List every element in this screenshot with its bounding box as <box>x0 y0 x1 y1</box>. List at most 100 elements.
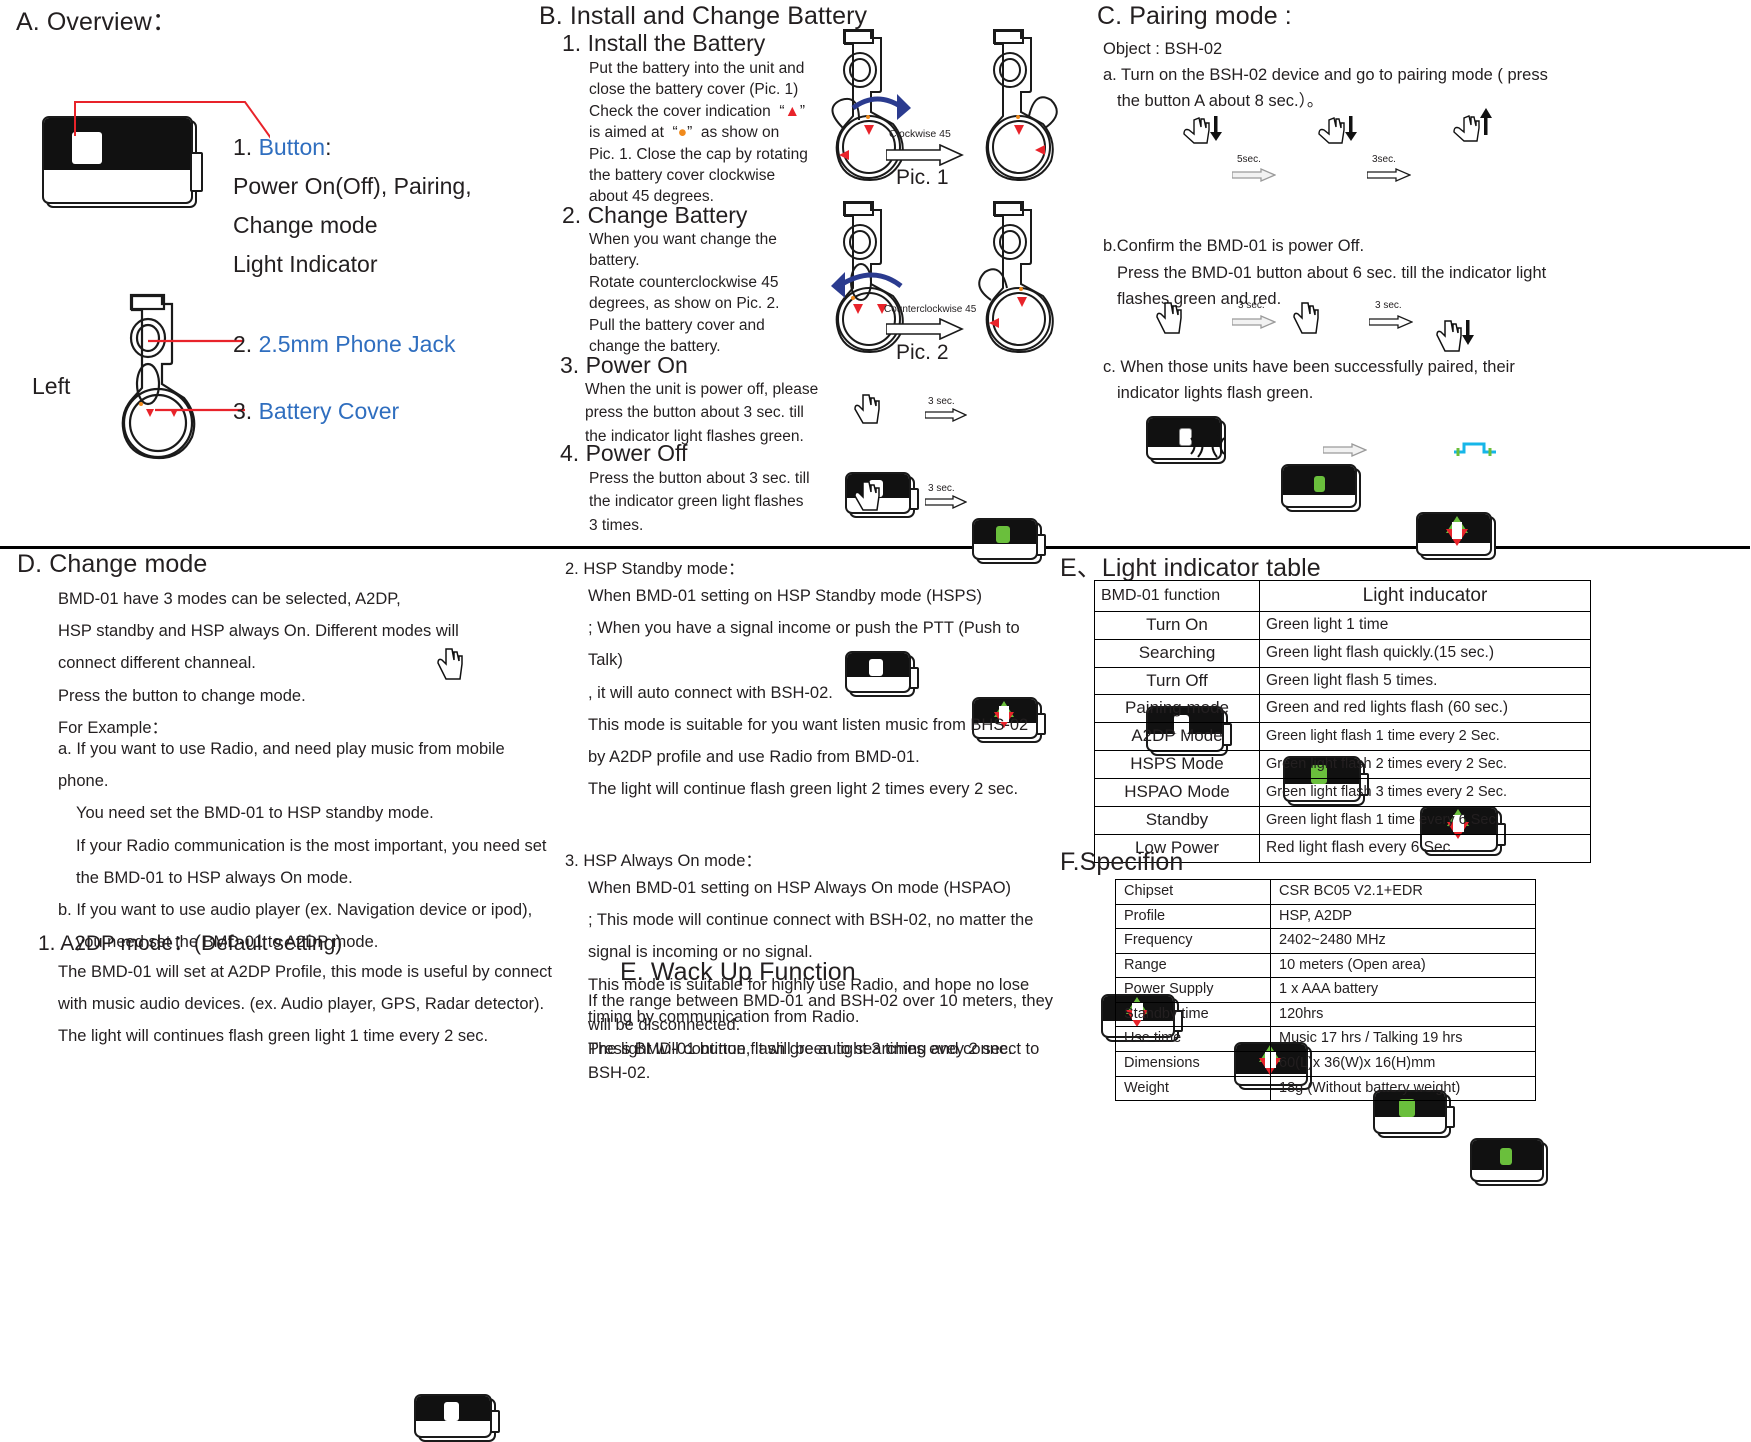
light-row-2-fn: Turn Off <box>1094 666 1260 696</box>
b1-line-3: Check the cover indication “▲” <box>589 102 806 120</box>
d-mode3-line-1: When BMD-01 setting on HSP Always On mod… <box>588 879 1012 897</box>
specification-table: Chipset CSR BC05 V2.1+EDR Profile HSP, A2D… <box>1115 879 1536 1102</box>
pic2-label: Pic. 2 <box>896 341 949 364</box>
pic2-arrow <box>886 318 964 340</box>
d-mode3-line-2: ; This mode will continue connect with B… <box>588 911 1034 930</box>
pic2-device-after <box>978 201 1054 354</box>
light-row-0-val: Green light 1 time <box>1259 610 1591 640</box>
section-e-table-title: E、Light indicator table <box>1060 554 1321 582</box>
overview-item-3-link[interactable]: Battery Cover <box>259 398 400 424</box>
d-mode2-line-2: ; When you have a signal income or push … <box>588 619 1020 670</box>
section-d-examples: a. If you want to use Radio, and need pl… <box>58 733 558 958</box>
d-mode1-text: The BMD-01 will set at A2DP Profile, thi… <box>58 956 558 1053</box>
c-a-arrow-label-1: 5sec. <box>1237 154 1261 165</box>
c-a-device-2 <box>1281 464 1361 512</box>
spec-row-4-key: Power Supply <box>1115 977 1271 1003</box>
b3-line-1: When the unit is power off, please <box>585 381 819 398</box>
table-row: Searching Green light flash quickly.(15 s… <box>1094 638 1591 668</box>
poweroff-arrow-label: 3 sec. <box>928 483 955 494</box>
b2-line-5: Pull the battery cover and <box>589 316 765 334</box>
overview-left-label: Left <box>32 373 71 399</box>
section-e-wack-title: E. Wack Up Function <box>620 958 856 986</box>
e-wack-line-3: Press BMD-01 button, it will be auto sea… <box>588 1039 1040 1058</box>
light-table-header-2: Light inducator <box>1259 580 1591 612</box>
light-row-5-val: Green light flash 2 times every 2 Sec. <box>1259 750 1591 780</box>
section-b-step3-text: When the unit is power off, please press… <box>585 378 840 448</box>
section-b-step3-heading: 3. Power On <box>560 352 688 378</box>
light-row-3-fn: Paining mode <box>1094 694 1260 724</box>
section-a-title: A. Overview： <box>16 8 177 36</box>
hand-cursor-icon-2 <box>854 481 880 511</box>
section-b-step2-text: When you want change the battery. Rotate… <box>589 229 824 357</box>
table-row: Standby time 120hrs <box>1115 1001 1536 1028</box>
section-b-step1-heading: 1. Install the Battery <box>562 30 766 56</box>
section-c-b-line-2: Press the BMD-01 button about 6 sec. til… <box>1117 264 1547 282</box>
poweron-arrow <box>925 408 967 422</box>
c-a-arrow-label-2: 3sec. <box>1372 154 1396 165</box>
spec-row-7-val: 60(L)x 36(W)x 16(H)mm <box>1270 1050 1536 1077</box>
d-mode2-line-5: by A2DP profile and use Radio from BMD-0… <box>588 747 920 766</box>
section-e-wack-text: If the range between BMD-01 and BSH-02 o… <box>588 990 1058 1086</box>
pic1-arrow-label: Clockwise 45 <box>889 128 951 140</box>
section-b-step2-heading: 2. Change Battery <box>562 202 748 228</box>
spec-row-4-val: 1 x AAA battery <box>1270 977 1536 1003</box>
table-row: Profile HSP, A2DP <box>1115 903 1536 930</box>
pic1-arrow <box>886 144 964 166</box>
c-a-arrow-1 <box>1232 168 1276 182</box>
b2-line-4: degrees, as show on Pic. 2. <box>589 295 780 313</box>
spec-row-2-val: 2402~2480 MHz <box>1270 928 1536 954</box>
light-row-1-fn: Searching <box>1094 638 1260 668</box>
poweroff-arrow <box>925 495 967 509</box>
spec-row-8-val: 18g (Without battery weight) <box>1270 1075 1536 1102</box>
d-mode2-text: When BMD-01 setting on HSP Standby mode … <box>588 580 1058 805</box>
table-row: Chipset CSR BC05 V2.1+EDR <box>1115 879 1536 905</box>
table-row: Paining mode Green and red lights flash (… <box>1094 694 1591 724</box>
overview-item-1-link[interactable]: Button <box>259 134 326 160</box>
poweron-device-after <box>972 518 1046 564</box>
d-intro-2: HSP standby and HSP always On. Different… <box>58 622 459 641</box>
d-intro-1: BMD-01 have 3 modes can be selected, A2D… <box>58 590 401 608</box>
overview-item-3: 3. Battery Cover <box>233 398 399 425</box>
pic1-label: Pic. 1 <box>896 166 949 189</box>
spec-row-5-key: Standby time <box>1115 1001 1271 1028</box>
d-intro-3: connect different channeal. <box>58 654 256 673</box>
overview-item-1-line-2: Change mode <box>233 212 378 238</box>
spec-row-1-val: HSP, A2DP <box>1270 903 1536 930</box>
light-row-6-val: Green light flash 3 times every 2 Sec. <box>1259 778 1591 808</box>
c-a-device-3 <box>1416 512 1496 560</box>
overview-item-1-num: 1. <box>233 134 253 160</box>
section-d-title: D. Change mode <box>17 550 208 578</box>
section-b-step1-text: Put the battery into the unit and close … <box>589 58 819 208</box>
table-row: Range 10 meters (Open area) <box>1115 952 1536 979</box>
section-c-c-line-1: c. When those units have been successful… <box>1103 358 1515 376</box>
spec-row-8-key: Weight <box>1115 1075 1271 1102</box>
overview-item-2-link[interactable]: 2.5mm Phone Jack <box>259 331 456 357</box>
e-wack-line-1: If the range between BMD-01 and BSH-02 o… <box>588 992 1053 1010</box>
pic1-device-after <box>985 29 1058 182</box>
b1-line-2: close the battery cover (Pic. 1) <box>589 81 799 99</box>
poweron-arrow-label: 3 sec. <box>928 396 955 407</box>
section-b-step4-heading: 4. Power Off <box>560 440 688 466</box>
spec-row-6-key: Use time <box>1115 1026 1271 1052</box>
d-mode2-line-6: The light will continue flash green ligh… <box>588 780 1019 799</box>
b2-line-1: When you want change the <box>589 231 777 248</box>
section-c-object: Object : BSH-02 <box>1103 40 1223 58</box>
table-row: Weight 18g (Without battery weight) <box>1115 1075 1536 1102</box>
hand-cursor-icon-c-b2 <box>1293 302 1319 334</box>
spec-row-0-key: Chipset <box>1115 879 1271 905</box>
d-mode1-line-1: The BMD-01 will set at A2DP Profile, thi… <box>58 963 553 981</box>
table-row: Turn Off Green light flash 5 times. <box>1094 666 1591 696</box>
hand-release-icon-c3 <box>1453 108 1492 142</box>
table-row: A2DP Mode Green light flash 1 time every … <box>1094 722 1591 752</box>
light-row-2-val: Green light flash 5 times. <box>1259 666 1591 696</box>
b1-line-6: the battery cover clockwise <box>589 166 776 184</box>
hand-cursor-icon <box>854 394 880 424</box>
b3-line-2: press the button about 3 sec. till <box>585 404 804 422</box>
table-row: Standby Green light flash 1 time every 6 … <box>1094 806 1591 836</box>
d-ex-5: b. If you want to use audio player (ex. … <box>58 900 533 919</box>
section-c-b-line-1: b.Confirm the BMD-01 is power Off. <box>1103 237 1365 255</box>
spec-row-3-key: Range <box>1115 952 1271 979</box>
b4-line-3: 3 times. <box>589 516 644 534</box>
d-ex-3: If your Radio communication is the most … <box>76 836 547 855</box>
section-b-step4-text: Press the button about 3 sec. till the i… <box>589 467 844 537</box>
